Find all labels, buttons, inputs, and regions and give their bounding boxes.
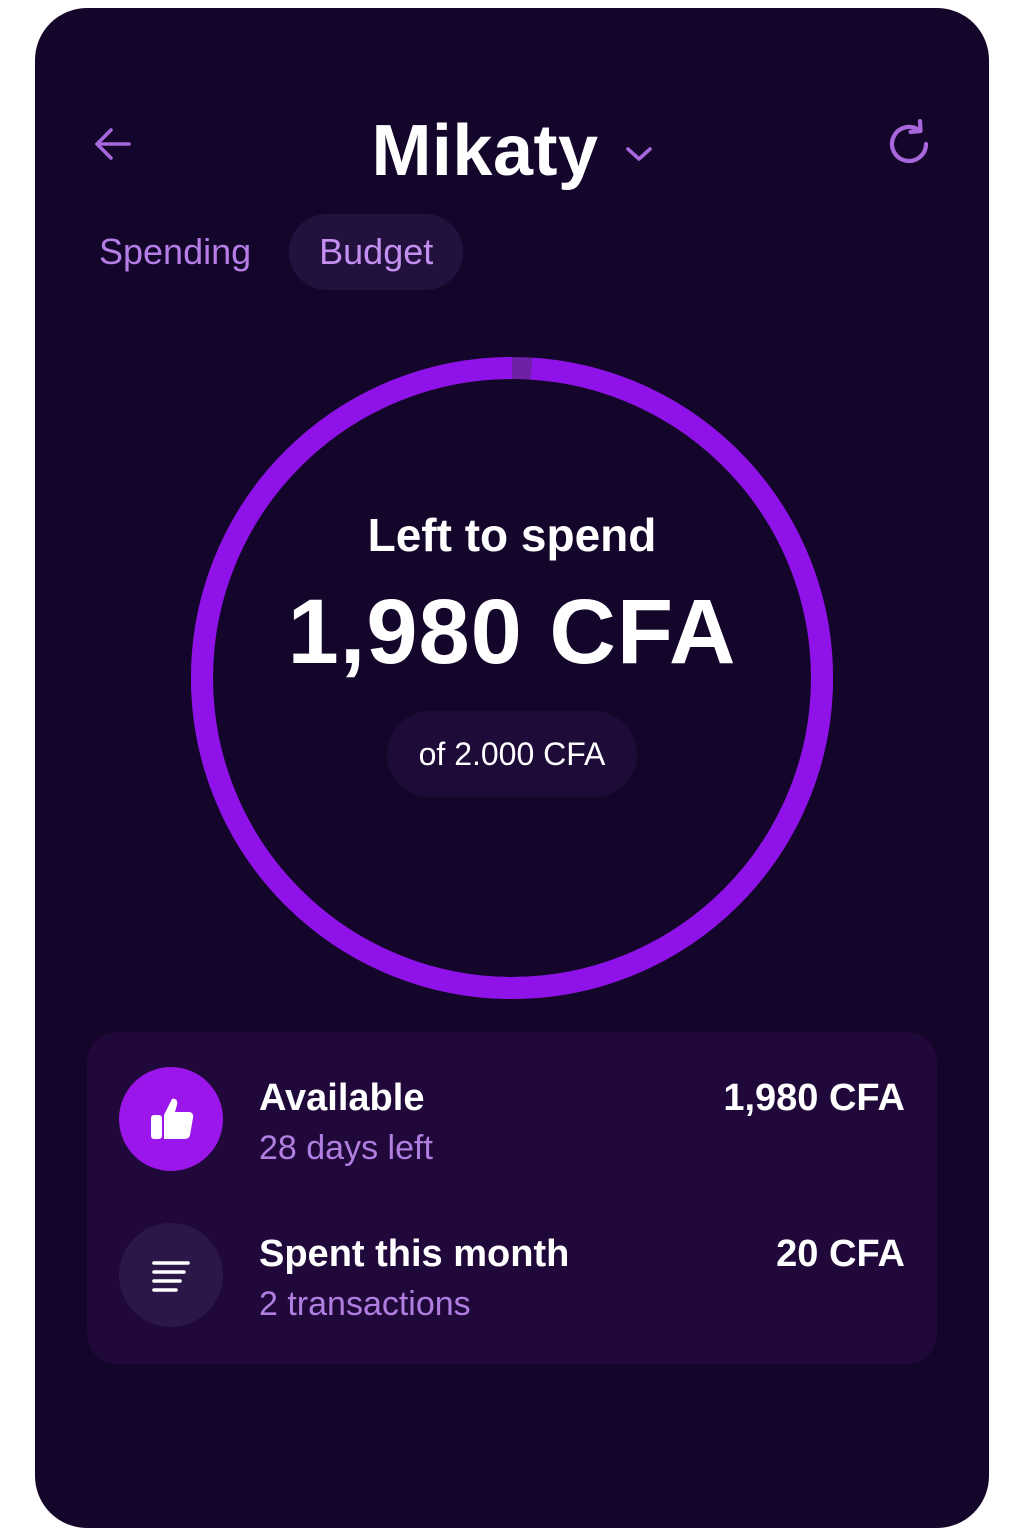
days-left-text: 28 days left <box>259 1129 433 1167</box>
refresh-icon <box>889 118 929 164</box>
list-icon <box>119 1223 223 1327</box>
tab-spending[interactable]: Spending <box>83 214 267 290</box>
available-amount: 1,980 CFA <box>723 1077 905 1119</box>
spent-amount: 20 CFA <box>776 1233 905 1275</box>
tab-budget[interactable]: Budget <box>289 214 464 290</box>
left-to-spend-label: Left to spend <box>367 509 657 561</box>
left-to-spend-amount: 1,980 CFA <box>287 581 737 683</box>
app-screen: Mikaty Spending Budget Left to spend 1,9… <box>35 8 989 1528</box>
spent-title: Spent this month <box>259 1233 570 1275</box>
budget-total-pill: of 2.000 CFA <box>386 711 638 797</box>
spent-row[interactable]: Spent this month 2 transactions 20 CFA <box>119 1223 905 1327</box>
available-row[interactable]: Available 28 days left 1,980 CFA <box>119 1067 905 1171</box>
budget-summary-card: Available 28 days left 1,980 CFA Spent t… <box>87 1032 937 1364</box>
chevron-down-icon <box>625 144 653 164</box>
transactions-count: 2 transactions <box>259 1285 471 1323</box>
thumbs-up-icon <box>119 1067 223 1171</box>
available-title: Available <box>259 1077 425 1119</box>
refresh-button[interactable] <box>881 116 937 172</box>
page-title: Mikaty <box>371 111 599 191</box>
view-tabs: Spending Budget <box>83 214 464 290</box>
account-selector[interactable]: Mikaty <box>371 110 652 192</box>
budget-ring: Left to spend 1,980 CFA of 2.000 CFA <box>190 356 834 1000</box>
